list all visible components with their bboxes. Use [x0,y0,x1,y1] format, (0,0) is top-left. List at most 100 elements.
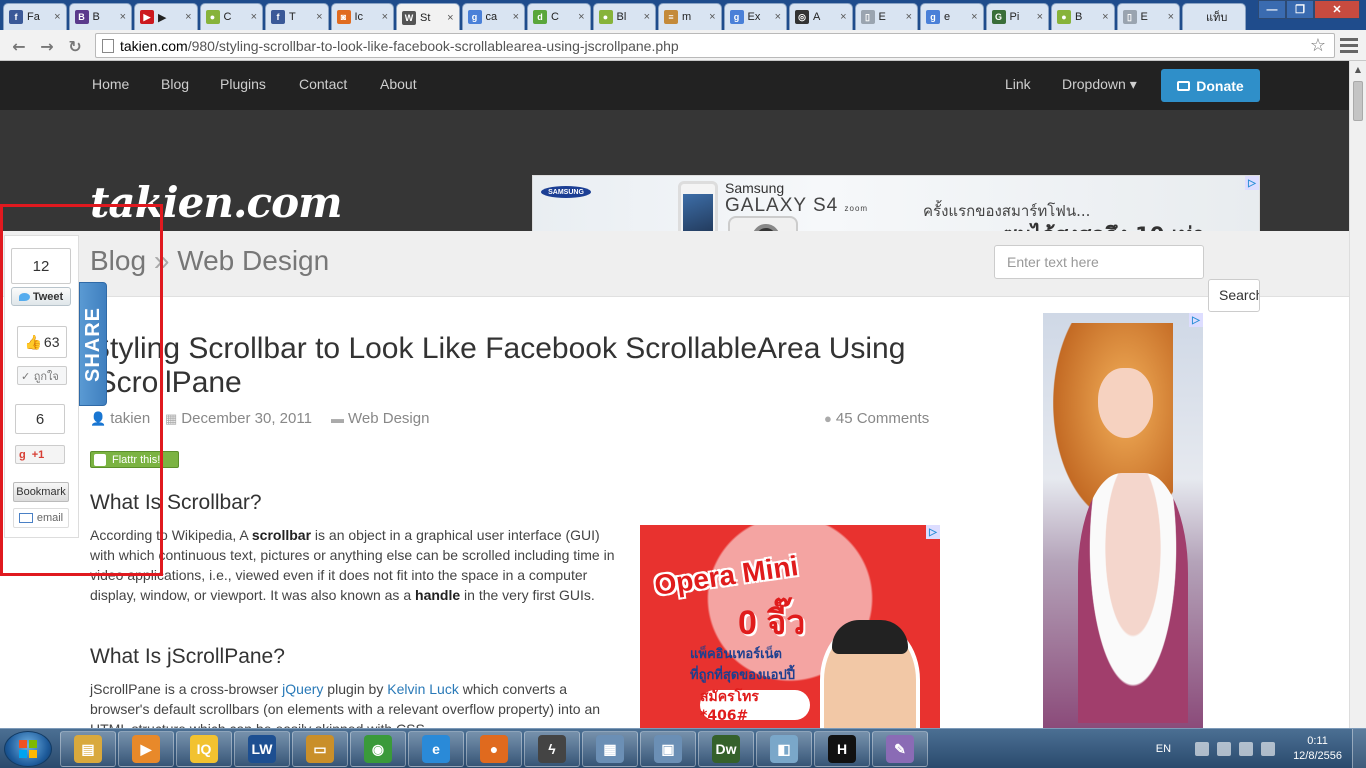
browser-tab[interactable]: ● Bl × [592,3,656,30]
start-button[interactable] [4,731,52,767]
browser-tab[interactable]: f Fa × [3,3,67,30]
browser-tab[interactable]: f T × [265,3,329,30]
nav-contact[interactable]: Contact [299,76,347,92]
tab-close-icon[interactable]: × [709,11,715,23]
browser-tab[interactable]: ▯ E × [1116,3,1180,30]
tab-close-icon[interactable]: × [54,11,60,23]
tab-close-icon[interactable]: × [382,11,388,23]
flattr-button[interactable]: Flattr this! [90,451,179,468]
bookmark-star-icon[interactable]: ☆ [1310,35,1326,56]
reload-icon[interactable]: ↻ [64,35,86,57]
browser-tab[interactable]: W St × [396,3,460,31]
breadcrumb-blog[interactable]: Blog [90,245,146,276]
facebook-like-button[interactable]: ✓ ถูกใจ [17,366,67,385]
browser-tab[interactable]: ● B × [1051,3,1115,30]
search-button[interactable]: Search [1208,279,1260,312]
tab-close-icon[interactable]: × [185,11,191,23]
comments-text[interactable]: 45 Comments [836,410,929,427]
browser-tab[interactable]: ≡ m × [658,3,722,30]
kelvin-luck-link[interactable]: Kelvin Luck [387,681,459,697]
tab-close-icon[interactable]: × [971,11,977,23]
site-logo[interactable]: takien.com [90,178,343,227]
show-desktop-button[interactable] [1352,729,1366,768]
tab-close-icon[interactable]: × [447,12,453,24]
tab-close-icon[interactable]: × [644,11,650,23]
taskbar-app-dreamweaver[interactable]: Dw [698,731,754,767]
taskbar-app-media-player[interactable]: ▶ [118,731,174,767]
close-button[interactable]: ✕ [1314,0,1360,19]
forward-icon[interactable]: → [36,35,58,57]
tab-close-icon[interactable]: × [840,11,846,23]
tweet-button[interactable]: Tweet [11,287,71,306]
scrollbar-thumb[interactable] [1353,81,1363,121]
bookmark-button[interactable]: Bookmark [13,482,69,502]
tab-close-icon[interactable]: × [1102,11,1108,23]
device-icon[interactable] [1195,742,1210,756]
browser-tab[interactable]: ▯ E × [854,3,918,30]
taskbar-app-lw[interactable]: LW [234,731,290,767]
share-toggle-tab[interactable]: SHARE [79,282,107,406]
tab-close-icon[interactable]: × [513,11,519,23]
taskbar-app-explorer[interactable]: ▤ [60,731,116,767]
nav-about[interactable]: About [380,76,417,92]
taskbar-app-firefox[interactable]: ● [466,731,522,767]
tab-close-icon[interactable]: × [775,11,781,23]
back-icon[interactable]: ← [8,35,30,57]
nav-blog[interactable]: Blog [161,76,189,92]
tab-close-icon[interactable]: × [1168,11,1174,23]
author-name[interactable]: takien [110,410,150,427]
taskbar-app-folder[interactable]: ▭ [292,731,348,767]
address-bar[interactable]: takien.com/980/styling-scrollbar-to-look… [95,33,1335,58]
opera-mini-ad[interactable]: Opera Mini 0 จี๊ว แพ็คอินเทอร์เน็ต ที่ถูก… [640,525,940,728]
category-text[interactable]: Web Design [348,410,429,427]
email-button[interactable]: email [13,508,69,528]
volume-icon[interactable] [1261,742,1276,756]
taskbar-app-iq[interactable]: IQ [176,731,232,767]
language-indicator[interactable]: EN [1156,743,1171,755]
nav-dropdown[interactable]: Dropdown ▾ [1062,76,1137,93]
browser-tab[interactable]: g e × [920,3,984,30]
tab-close-icon[interactable]: × [251,11,257,23]
browser-tab[interactable]: ● C × [199,3,263,30]
taskbar-app-editor[interactable]: ◧ [756,731,812,767]
browser-tab[interactable]: ◎ A × [789,3,853,30]
browser-tab[interactable]: d C × [527,3,591,30]
page-scrollbar[interactable]: ▲ [1349,61,1366,728]
minimize-button[interactable]: — [1258,0,1286,19]
taskbar-app-chrome[interactable]: ◉ [350,731,406,767]
taskbar-app-control-panel[interactable]: ▦ [582,731,638,767]
clock[interactable]: 0:11 12/8/2556 [1293,734,1342,764]
taskbar-app-paint[interactable]: ✎ [872,731,928,767]
tab-close-icon[interactable]: × [906,11,912,23]
scroll-up-icon[interactable]: ▲ [1350,61,1366,78]
browser-tab[interactable]: แท็บ [1182,3,1246,30]
browser-tab[interactable]: ▶ ▶ × [134,3,198,30]
browser-tab[interactable]: B B × [68,3,132,30]
nav-home[interactable]: Home [92,76,129,92]
adchoices-icon[interactable]: ▷ [1189,313,1203,327]
skyscraper-ad[interactable]: ▷ [1043,313,1203,728]
search-input[interactable] [994,245,1204,279]
tab-close-icon[interactable]: × [316,11,322,23]
nav-link[interactable]: Link [1005,76,1031,92]
browser-tab[interactable]: ◙ Ic × [330,3,394,30]
google-plus-button[interactable]: g +1 [15,445,65,464]
browser-tab[interactable]: g ca × [461,3,525,30]
maximize-button[interactable]: ❐ [1286,0,1314,19]
adchoices-icon[interactable]: ▷ [926,525,940,539]
taskbar-app-network[interactable]: ▣ [640,731,696,767]
browser-tab[interactable]: g Ex × [723,3,787,30]
taskbar-app-winamp[interactable]: ϟ [524,731,580,767]
taskbar-app-ie[interactable]: e [408,731,464,767]
donate-button[interactable]: Donate [1161,69,1260,102]
network-icon[interactable] [1239,742,1254,756]
taskbar-app-h-app[interactable]: H [814,731,870,767]
browser-tab[interactable]: G Pi × [985,3,1049,30]
jquery-link[interactable]: jQuery [282,681,323,697]
chrome-menu-icon[interactable] [1340,36,1358,54]
tab-close-icon[interactable]: × [1037,11,1043,23]
breadcrumb-web-design[interactable]: Web Design [177,245,329,276]
tab-close-icon[interactable]: × [578,11,584,23]
nav-plugins[interactable]: Plugins [220,76,266,92]
flag-icon[interactable] [1217,742,1232,756]
